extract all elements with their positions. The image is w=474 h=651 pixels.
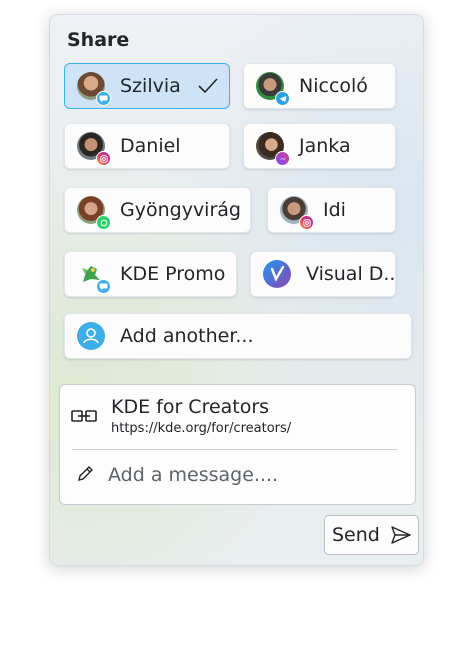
contact-janka[interactable]: Janka: [243, 123, 396, 169]
share-dialog: Share Szilvia Niccoló Daniel Janka Gyöng…: [49, 14, 424, 566]
avatar: [280, 196, 314, 230]
contact-name: Daniel: [120, 135, 181, 157]
telegram-icon: [275, 91, 290, 106]
send-label: Send: [332, 524, 380, 546]
contact-kde-promo[interactable]: KDE Promo: [64, 251, 237, 297]
send-button[interactable]: Send: [324, 515, 419, 555]
contact-name: Idi: [323, 199, 346, 221]
link-url: https://kde.org/for/creators/: [111, 421, 292, 436]
avatar: [77, 72, 111, 106]
avatar: [256, 72, 290, 106]
whatsapp-icon: [96, 215, 111, 230]
contact-name: KDE Promo: [120, 263, 226, 285]
divider: [72, 449, 397, 450]
checkmark-icon: [198, 78, 218, 94]
messenger-icon: [275, 151, 290, 166]
add-person-icon: [77, 322, 105, 350]
contact-niccolo[interactable]: Niccoló: [243, 63, 396, 109]
chat-icon: [96, 91, 111, 106]
instagram-icon: [299, 215, 314, 230]
avatar: [77, 260, 111, 294]
instagram-icon: [96, 151, 111, 166]
avatar: [263, 260, 291, 288]
share-content-card: KDE for Creators https://kde.org/for/cre…: [59, 384, 416, 505]
add-another-label: Add another...: [120, 325, 254, 347]
contact-gyongyvirag[interactable]: Gyöngyvirág: [64, 187, 251, 233]
avatar: [77, 196, 111, 230]
contact-name: Niccoló: [299, 75, 368, 97]
contact-name: Szilvia: [120, 75, 181, 97]
contact-idi[interactable]: Idi: [267, 187, 396, 233]
avatar: [77, 132, 111, 166]
contact-name: Janka: [299, 135, 351, 157]
send-arrow-icon: [391, 526, 411, 544]
contact-name: Gyöngyvirág: [120, 199, 241, 221]
link-title: KDE for Creators: [111, 396, 270, 418]
contact-daniel[interactable]: Daniel: [64, 123, 230, 169]
add-another-button[interactable]: Add another...: [64, 313, 412, 359]
link-icon: [71, 410, 97, 422]
message-input[interactable]: [108, 461, 398, 489]
chat-icon: [96, 279, 111, 294]
avatar: [256, 132, 290, 166]
visual-design-logo-icon: [270, 265, 285, 282]
pencil-icon: [78, 466, 93, 481]
contact-visual-design[interactable]: Visual D...: [250, 251, 396, 297]
contact-name: Visual D...: [306, 263, 396, 285]
dialog-title: Share: [67, 29, 130, 51]
contact-szilvia[interactable]: Szilvia: [64, 63, 230, 109]
